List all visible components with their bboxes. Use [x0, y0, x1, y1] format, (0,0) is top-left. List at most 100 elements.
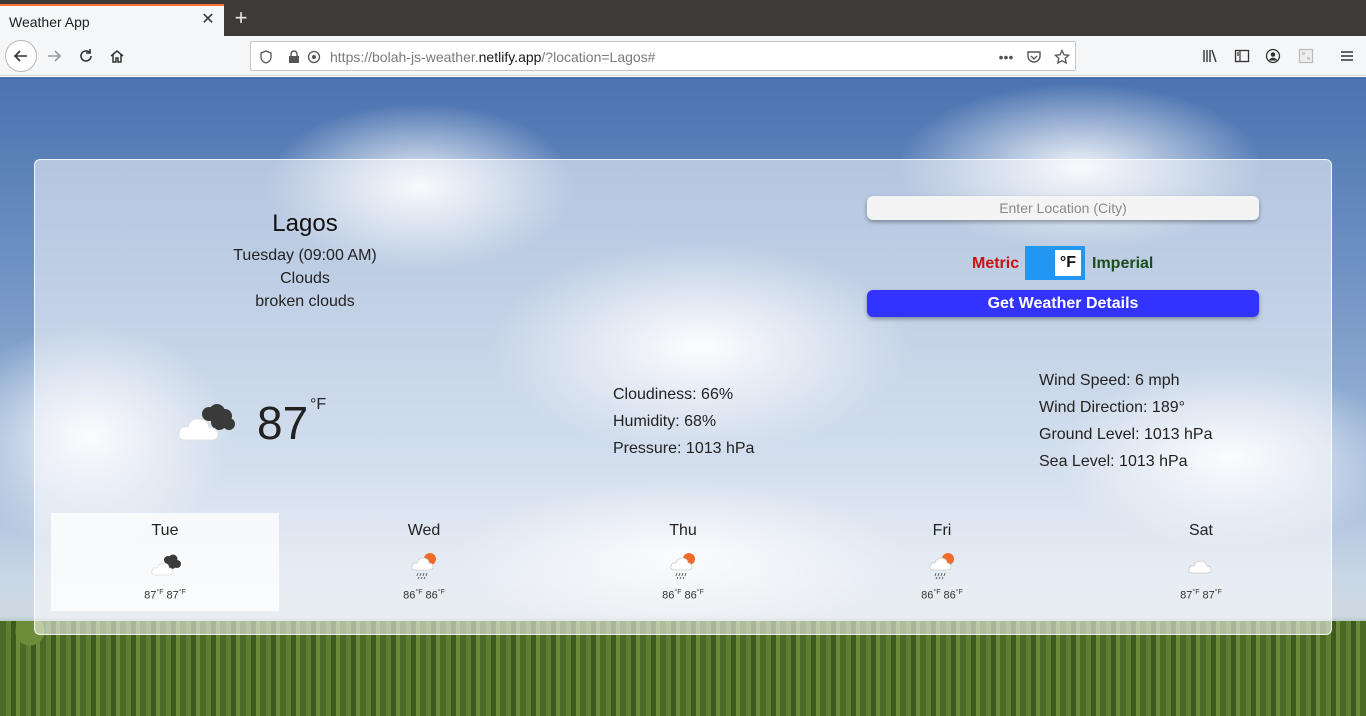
forward-arrow-icon — [48, 50, 62, 62]
forecast-day-name: Wed — [407, 522, 441, 539]
back-button[interactable] — [5, 40, 37, 72]
url-prefix: https://bolah-js-weather. — [330, 49, 479, 65]
navigation-toolbar: https://bolah-js-weather.netlify.app/?lo… — [0, 36, 1366, 76]
tracking-shield-icon[interactable] — [257, 48, 275, 66]
forecast-temps: 86°F 86°F — [828, 589, 1056, 602]
browser-tab[interactable]: Weather App ✕ — [0, 4, 224, 36]
bookmark-star-icon[interactable] — [1053, 48, 1071, 66]
forecast-unit: °F — [156, 589, 164, 596]
url-host: netlify.app — [478, 49, 542, 65]
forecast-min: 87 — [166, 589, 179, 602]
hamburger-menu-icon — [1341, 51, 1353, 61]
forecast-max: 87 — [144, 589, 157, 602]
unit-toggle-switch[interactable]: °F — [1025, 246, 1085, 280]
forecast-unit: °F — [955, 589, 963, 596]
url-text[interactable]: https://bolah-js-weather.netlify.app/?lo… — [330, 49, 655, 65]
forecast-temps: 87°F 87°F — [51, 589, 279, 602]
cloud-icon — [1188, 560, 1212, 574]
url-suffix: /?location=Lagos# — [541, 49, 656, 65]
forecast-temps: 86°F 86°F — [569, 589, 797, 602]
extension-icon — [1298, 48, 1314, 64]
new-tab-icon[interactable]: + — [230, 7, 252, 29]
forecast-day-name: Tue — [151, 522, 179, 539]
forecast-max: 86 — [921, 589, 934, 602]
current-datetime: Tuesday (09:00 AM) — [233, 247, 377, 264]
ground-level-stat: Ground Level: 1013 hPa — [1039, 426, 1213, 443]
forecast-day-fri[interactable]: Fri 86°F 86°F — [828, 513, 1056, 611]
forecast-min: 86 — [425, 589, 438, 602]
rain-sun-icon — [411, 553, 436, 580]
forecast-min: 87 — [1202, 589, 1215, 602]
site-info-icon[interactable] — [305, 48, 323, 66]
forecast-unit: °F — [674, 589, 682, 596]
forecast-unit: °F — [437, 589, 445, 596]
reload-icon — [80, 49, 92, 62]
humidity-stat: Humidity: 68% — [613, 413, 717, 430]
pocket-icon[interactable] — [1025, 48, 1043, 66]
rain-sun-icon — [929, 553, 954, 580]
forecast-min: 86 — [684, 589, 697, 602]
forecast-unit: °F — [1192, 589, 1200, 596]
lock-icon[interactable] — [285, 48, 303, 66]
forecast-temps: 87°F 87°F — [1087, 589, 1315, 602]
sidebar-button[interactable] — [1228, 42, 1256, 70]
forecast-unit: °F — [1214, 589, 1222, 596]
weather-stats-right: Wind Speed: 6 mph Wind Direction: 189° G… — [1039, 372, 1212, 480]
forecast-min: 86 — [943, 589, 956, 602]
forecast-day-wed[interactable]: Wed 86°F 86°F — [310, 513, 538, 611]
forecast-day-name: Thu — [669, 522, 697, 539]
current-condition: Clouds — [280, 270, 330, 287]
imperial-label: Imperial — [1092, 255, 1154, 272]
cloudiness-stat: Cloudiness: 66% — [613, 386, 734, 403]
get-weather-button[interactable]: Get Weather Details — [867, 290, 1259, 317]
forecast-max: 86 — [662, 589, 675, 602]
forecast-max: 87 — [1180, 589, 1193, 602]
close-tab-icon[interactable]: ✕ — [200, 12, 216, 28]
forecast-unit: °F — [178, 589, 186, 596]
reload-button[interactable] — [72, 42, 100, 70]
wind-direction-stat: Wind Direction: 189° — [1039, 399, 1186, 416]
account-button[interactable] — [1259, 42, 1287, 70]
browser-tab-bar: Weather App ✕ + — [0, 0, 1366, 36]
url-bar[interactable]: https://bolah-js-weather.netlify.app/?lo… — [250, 41, 1076, 71]
home-icon — [110, 50, 124, 63]
location-input[interactable] — [867, 196, 1259, 220]
current-temperature: 87 — [257, 397, 309, 449]
account-icon — [1265, 48, 1281, 64]
menu-button[interactable] — [1333, 42, 1361, 70]
broken-clouds-icon — [178, 404, 235, 441]
forecast-unit: °F — [415, 589, 423, 596]
sidebar-icon — [1234, 49, 1250, 63]
page-actions-icon[interactable]: ••• — [997, 48, 1015, 66]
broken-clouds-icon — [151, 554, 181, 576]
temperature-unit: °F — [310, 396, 327, 413]
page-background: Lagos Tuesday (09:00 AM) Clouds broken c… — [0, 77, 1366, 716]
forecast-temps: 86°F 86°F — [310, 589, 538, 602]
unit-toggle-row: Metric °F Imperial — [867, 246, 1259, 280]
forecast-day-name: Fri — [932, 522, 952, 539]
wind-speed-stat: Wind Speed: 6 mph — [1039, 372, 1180, 389]
current-description: broken clouds — [255, 293, 355, 310]
weather-stats-middle: Cloudiness: 66% Humidity: 68% Pressure: … — [613, 386, 754, 467]
rain-sun-icon — [670, 553, 695, 580]
forecast-day-name: Sat — [1188, 522, 1213, 539]
forecast-day-thu[interactable]: Thu 86°F 86°F — [569, 513, 797, 611]
city-name: Lagos — [272, 210, 338, 237]
home-button[interactable] — [103, 42, 131, 70]
sea-level-stat: Sea Level: 1013 hPa — [1039, 453, 1188, 470]
metric-label: Metric — [972, 255, 1020, 272]
library-button[interactable] — [1196, 42, 1224, 70]
unit-toggle-knob[interactable]: °F — [1055, 250, 1081, 276]
weather-card: Lagos Tuesday (09:00 AM) Clouds broken c… — [34, 159, 1332, 635]
forecast-day-tue[interactable]: Tue 87°F 87°F — [51, 513, 279, 611]
pressure-stat: Pressure: 1013 hPa — [613, 440, 755, 457]
forward-button[interactable] — [40, 42, 68, 70]
forecast-unit: °F — [933, 589, 941, 596]
forecast-day-sat[interactable]: Sat 87°F 87°F — [1087, 513, 1315, 611]
library-icon — [1203, 49, 1217, 63]
back-arrow-icon — [13, 50, 27, 62]
extension-button[interactable] — [1292, 42, 1320, 70]
tab-title: Weather App — [9, 14, 90, 30]
forecast-max: 86 — [403, 589, 416, 602]
grass-strip — [0, 621, 1366, 716]
